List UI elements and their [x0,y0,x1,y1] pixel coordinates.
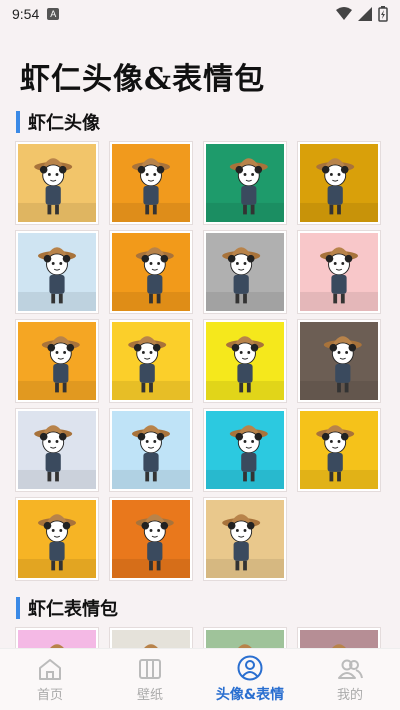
avatar-tile[interactable] [204,409,286,491]
avatar-illustration [112,322,190,400]
home-icon [39,658,61,680]
avatar-illustration [18,500,96,578]
avatar-illustration [18,322,96,400]
section-title-stickers: 虾仁表情包 [16,596,118,620]
nav-label: 首页 [36,687,63,703]
avatar-tile[interactable] [204,498,286,580]
avatar-tile[interactable] [204,231,286,313]
nav-label: 我的 [336,687,363,703]
nav-item-wallpaper[interactable]: 壁纸 [100,649,200,710]
nav-label: 头像&表情 [215,687,285,703]
avatar-tile[interactable] [204,142,286,224]
avatar-illustration [112,233,190,311]
avatar-tile[interactable] [298,142,380,224]
avatar-illustration [112,500,190,578]
section-accent-bar [16,111,20,133]
signal-icon [358,7,372,21]
status-bar: 9:54 A [0,0,400,28]
avatar-illustration [18,411,96,489]
avatar-illustration [206,144,284,222]
avatar-tile[interactable] [298,231,380,313]
avatar-illustration [206,411,284,489]
book-icon [139,658,161,679]
avatar-illustration [300,233,378,311]
avatar-illustration [300,411,378,489]
avatar-illustration [112,144,190,222]
users-icon [338,659,363,679]
nav-label: 壁纸 [136,687,163,703]
avatar-illustration [18,233,96,311]
nav-item-mine[interactable]: 我的 [300,649,400,710]
avatar-illustration [206,500,284,578]
status-time: 9:54 [12,6,40,22]
section-title-avatars: 虾仁头像 [16,110,100,134]
avatar-grid [16,142,384,580]
page-title: 虾仁头像&表情包 [20,62,266,97]
avatar-tile[interactable] [16,409,98,491]
avatar-illustration [300,322,378,400]
avatar-tile[interactable] [110,320,192,402]
avatar-illustration [300,144,378,222]
avatar-illustration [18,144,96,222]
avatar-tile[interactable] [298,409,380,491]
avatar-tile[interactable] [110,142,192,224]
avatar-tile[interactable] [204,320,286,402]
notification-icon: A [47,8,60,20]
avatar-tile[interactable] [16,498,98,580]
avatar-illustration [112,411,190,489]
avatar-tile[interactable] [110,409,192,491]
battery-icon [378,6,388,22]
avatar-tile[interactable] [110,498,192,580]
avatar-tile[interactable] [298,320,380,402]
section-title-text: 虾仁头像 [28,113,100,134]
avatar-illustration [206,322,284,400]
user-icon [237,655,263,681]
section-accent-bar [16,597,20,619]
section-title-text: 虾仁表情包 [28,599,118,620]
avatar-tile[interactable] [110,231,192,313]
avatar-illustration [206,233,284,311]
avatar-tile[interactable] [16,231,98,313]
nav-item-avatar-sticker[interactable]: 头像&表情 [200,649,300,710]
avatar-tile[interactable] [16,320,98,402]
bottom-nav: 首页 壁纸 头像&表情 我的 [0,648,400,710]
wifi-icon [336,7,352,20]
avatar-tile[interactable] [16,142,98,224]
nav-item-home[interactable]: 首页 [0,649,100,710]
